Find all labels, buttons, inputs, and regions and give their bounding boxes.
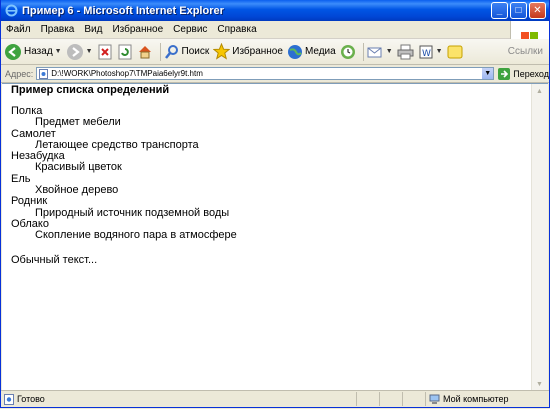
address-label: Адрес:	[5, 68, 34, 79]
definition-description: Красивый цветок	[35, 161, 122, 174]
edit-button[interactable]: W ▼	[418, 41, 443, 63]
address-input[interactable]: D:\!WORK\Photoshop7\TMPaia6elyr9t.htm ▼	[36, 67, 495, 80]
definition-description: Природный источник подземной воды	[35, 206, 230, 219]
history-button[interactable]	[340, 41, 356, 63]
minimize-button[interactable]: _	[491, 2, 508, 19]
definition-description: Предмет мебели	[35, 116, 121, 129]
messenger-button[interactable]	[447, 41, 463, 63]
close-button[interactable]: ✕	[529, 2, 546, 19]
search-label: Поиск	[181, 46, 210, 57]
definition-description: Скопление водяного пара в атмосфере	[35, 229, 237, 242]
mail-dropdown-icon[interactable]: ▼	[386, 48, 393, 55]
back-label: Назад	[24, 46, 53, 57]
history-icon	[340, 44, 355, 59]
computer-icon	[429, 394, 440, 404]
security-zone: Мой компьютер	[425, 392, 549, 406]
address-bar: Адрес: D:\!WORK\Photoshop7\TMPaia6elyr9t…	[1, 65, 549, 83]
svg-text:W: W	[422, 49, 431, 59]
go-label: Переход	[513, 68, 549, 79]
status-bar: Готово Мой компьютер	[1, 390, 549, 407]
go-button[interactable]: Переход	[498, 67, 549, 80]
browser-window: Пример 6 - Microsoft Internet Explorer _…	[0, 0, 550, 408]
status-cell	[379, 392, 402, 406]
scroll-up-icon[interactable]: ▲	[532, 84, 547, 99]
media-label: Медиа	[304, 46, 336, 57]
status-text: Готово	[17, 394, 45, 404]
maximize-button[interactable]: □	[510, 2, 527, 19]
media-button[interactable]: Медиа	[287, 41, 336, 63]
favorites-button[interactable]: Избранное	[213, 41, 283, 63]
print-button[interactable]	[397, 41, 414, 63]
title-bar: Пример 6 - Microsoft Internet Explorer _…	[1, 0, 549, 21]
printer-icon	[397, 44, 414, 59]
mail-icon	[367, 47, 382, 57]
menu-favorites[interactable]: Избранное	[107, 24, 168, 35]
definition-description: Хвойное дерево	[35, 184, 119, 197]
page-content: Пример списка определений Полка Предмет м…	[2, 84, 531, 392]
links-label[interactable]: Ссылки	[508, 46, 543, 57]
refresh-icon	[118, 44, 132, 59]
menu-bar: Файл Правка Вид Избранное Сервис Справка	[1, 21, 549, 58]
note-icon	[447, 45, 463, 58]
zone-label: Мой компьютер	[443, 394, 509, 404]
toolbar-separator	[362, 42, 364, 61]
favorites-label: Избранное	[232, 46, 283, 57]
page-icon	[39, 68, 49, 79]
refresh-button[interactable]	[117, 41, 133, 63]
vertical-scrollbar[interactable]: ▲ ▼	[531, 84, 548, 392]
stop-icon	[98, 44, 112, 59]
go-arrow-icon	[498, 67, 511, 80]
media-globe-icon	[287, 44, 302, 59]
menu-help[interactable]: Справка	[212, 24, 261, 35]
forward-arrow-icon	[66, 43, 83, 60]
definition-list: Полка Предмет мебели Самолет Летающее средс…	[11, 105, 237, 242]
word-edit-icon: W	[419, 45, 433, 59]
mail-button[interactable]: ▼	[367, 41, 393, 63]
search-icon	[164, 44, 178, 59]
address-dropdown-icon[interactable]: ▼	[482, 68, 494, 79]
page-heading: Пример списка определений	[11, 84, 170, 96]
window-title: Пример 6 - Microsoft Internet Explorer	[22, 4, 224, 17]
page-done-icon	[4, 393, 14, 405]
standard-toolbar: Назад ▼ ▼ Поиск Избранное Медиа ▼ W ▼ Сс…	[1, 39, 549, 65]
definition-term: Родник	[11, 195, 48, 208]
menu-tools[interactable]: Сервис	[168, 24, 212, 35]
stop-button[interactable]	[97, 41, 113, 63]
forward-dropdown-icon[interactable]: ▼	[86, 48, 93, 55]
menu-view[interactable]: Вид	[79, 24, 107, 35]
plain-text: Обычный текст...	[11, 254, 98, 266]
address-value: D:\!WORK\Photoshop7\TMPaia6elyr9t.htm	[51, 69, 203, 78]
menu-edit[interactable]: Правка	[36, 24, 80, 35]
back-dropdown-icon[interactable]: ▼	[55, 48, 62, 55]
back-button[interactable]: Назад ▼	[4, 41, 62, 63]
toolbar-separator	[159, 42, 161, 61]
forward-button[interactable]: ▼	[66, 41, 93, 63]
star-icon	[213, 43, 231, 60]
edit-dropdown-icon[interactable]: ▼	[436, 48, 443, 55]
status-cell	[402, 392, 425, 406]
back-arrow-icon	[5, 43, 21, 60]
definition-description: Летающее средство транспорта	[35, 138, 199, 151]
status-cell	[356, 392, 379, 406]
ie-icon	[4, 4, 18, 18]
search-button[interactable]: Поиск	[164, 41, 210, 63]
page-viewport: Пример списка определений Полка Предмет м…	[2, 83, 548, 392]
home-button[interactable]	[137, 41, 153, 63]
menu-file[interactable]: Файл	[1, 24, 36, 35]
home-icon	[138, 45, 151, 58]
status-main: Готово	[1, 393, 356, 405]
